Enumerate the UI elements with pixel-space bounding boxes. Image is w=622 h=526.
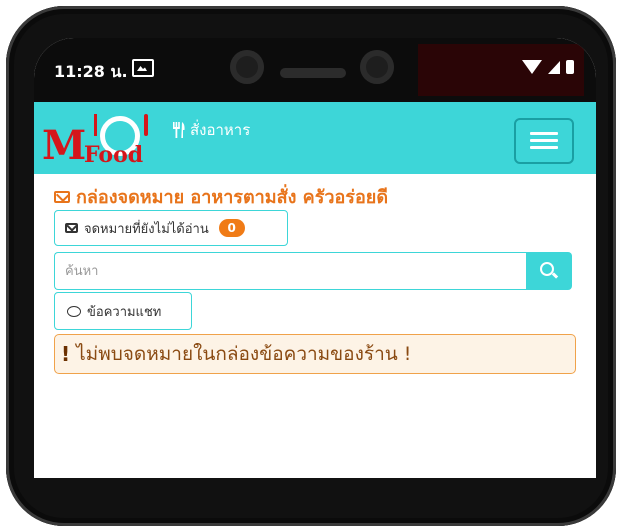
unread-count-badge: 0 xyxy=(218,219,245,237)
hamburger-menu-button[interactable] xyxy=(514,118,574,164)
signal-icon xyxy=(548,60,560,74)
brand-label: สั่งอาหาร xyxy=(190,121,251,139)
page-title: กล่องจดหมาย อาหารตามสั่ง ครัวอร่อยดี xyxy=(54,182,388,211)
status-bar: 11:28 น. xyxy=(34,38,596,102)
logo-letter-m: M xyxy=(42,122,87,169)
hamburger-icon xyxy=(530,132,558,135)
phone-frame: 11:28 น. M Food สั่งอาหาร กล่องจดหมาย อา… xyxy=(0,0,622,526)
chat-icon xyxy=(67,305,81,317)
search-input[interactable] xyxy=(54,252,526,290)
top-navbar: M Food สั่งอาหาร xyxy=(34,102,596,174)
front-camera-right xyxy=(360,50,394,84)
search-icon xyxy=(540,262,554,276)
phone-screen: 11:28 น. M Food สั่งอาหาร กล่องจดหมาย อา… xyxy=(34,38,596,478)
mfood-logo[interactable]: M Food xyxy=(42,108,170,169)
status-time: 11:28 น. xyxy=(54,62,128,81)
wifi-icon xyxy=(522,60,542,74)
front-camera-left xyxy=(230,50,264,84)
image-notification-icon xyxy=(132,59,154,77)
chat-messages-button[interactable]: ข้อความแชท xyxy=(54,292,192,330)
envelope-icon xyxy=(54,190,70,203)
chat-messages-label: ข้อความแชท xyxy=(87,304,162,320)
unread-mail-label: จดหมายที่ยังไม่ได้อ่าน xyxy=(84,221,209,237)
page-title-text: กล่องจดหมาย อาหารตามสั่ง ครัวอร่อยดี xyxy=(76,187,389,208)
utensils-icon xyxy=(173,122,185,138)
hamburger-icon-bar xyxy=(530,139,558,142)
logo-word-food: Food xyxy=(84,142,144,168)
exclamation-icon: ! xyxy=(61,342,71,366)
search-bar xyxy=(54,252,572,290)
earpiece-speaker xyxy=(280,68,346,78)
search-button[interactable] xyxy=(526,252,572,290)
empty-mailbox-alert: ! ไม่พบจดหมายในกล่องข้อความของร้าน ! xyxy=(54,334,576,374)
logo-fork-icon xyxy=(94,114,97,136)
alert-text: ไม่พบจดหมายในกล่องข้อความของร้าน ! xyxy=(76,343,412,365)
envelope-icon xyxy=(65,223,78,233)
unread-mail-button[interactable]: จดหมายที่ยังไม่ได้อ่าน 0 xyxy=(54,210,288,246)
battery-icon xyxy=(566,60,574,74)
logo-knife-icon xyxy=(144,114,148,136)
hamburger-icon-bar xyxy=(530,146,558,149)
brand-link[interactable]: สั่งอาหาร xyxy=(172,118,250,142)
system-icons xyxy=(522,60,574,74)
